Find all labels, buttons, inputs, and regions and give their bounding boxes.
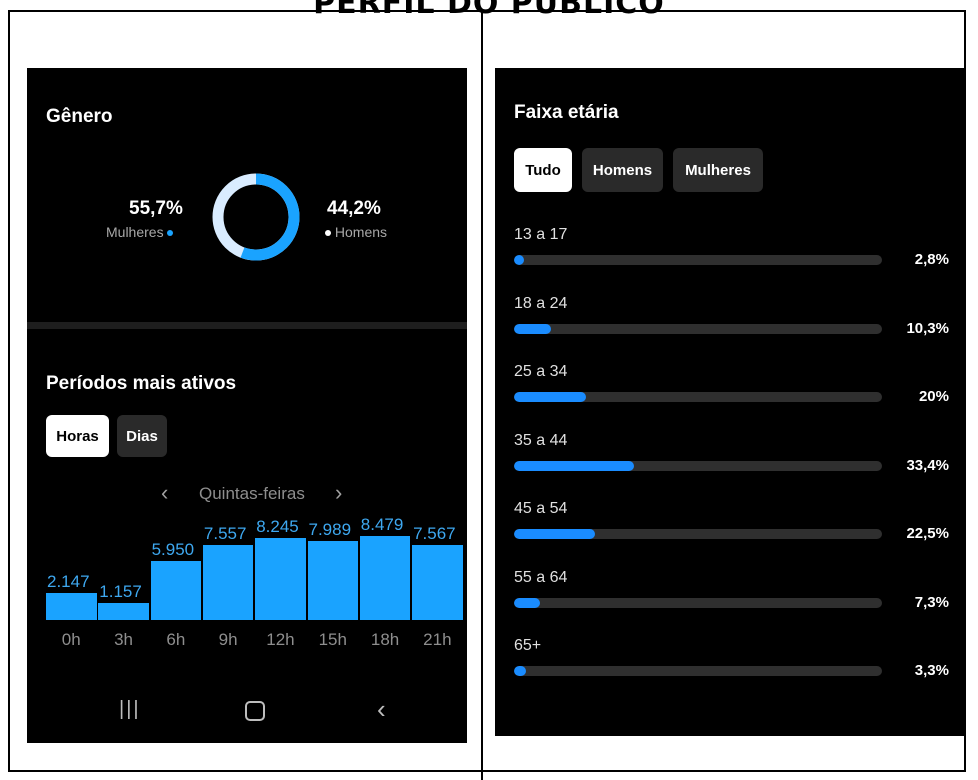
age-range-track <box>514 323 882 334</box>
age-range-fill <box>514 529 596 539</box>
hour-bar <box>202 545 254 620</box>
x-axis-label: 12h <box>266 630 295 649</box>
age-range-percentage: 2,8% <box>914 251 949 268</box>
age-range-label: 18 a 24 <box>514 294 568 312</box>
age-range-track <box>514 666 882 676</box>
women-dot-icon <box>167 230 174 237</box>
right-screenshot: Faixa etária Tudo Homens Mulheres 13 a 1… <box>495 68 965 736</box>
age-range-label: 55 a 64 <box>514 568 568 586</box>
age-range-fill <box>514 392 587 402</box>
left-screenshot: Gênero 55,7% Mulheres 44,2% Homens Perío… <box>27 68 467 743</box>
bar-value-label: 1.157 <box>99 581 142 601</box>
age-range-title: Faixa etária <box>514 102 619 123</box>
hour-bar <box>150 561 202 620</box>
x-axis-label: 21h <box>423 630 452 649</box>
home-icon[interactable] <box>245 701 265 721</box>
men-percentage: 44,2% <box>327 198 381 219</box>
age-range-track <box>514 392 882 402</box>
panel-divider <box>481 10 483 780</box>
men-label: Homens <box>334 224 388 240</box>
bar-value-label: 8.245 <box>256 517 299 537</box>
age-range-percentage: 20% <box>918 388 949 405</box>
hour-bar <box>307 540 358 620</box>
age-range-label: 65+ <box>514 637 542 654</box>
section-separator <box>27 322 467 329</box>
x-axis-label: 6h <box>166 630 186 649</box>
men-legend: Homens <box>325 224 387 240</box>
age-range-percentage: 3,3% <box>914 662 949 679</box>
tab-all[interactable]: Tudo <box>514 148 572 192</box>
age-range-fill <box>514 255 525 265</box>
tab-hours[interactable]: Horas <box>46 415 109 457</box>
age-range-track <box>514 460 882 471</box>
x-axis-label: 18h <box>370 630 400 649</box>
bar-value-label: 8.479 <box>360 515 404 534</box>
bar-value-label: 7.989 <box>308 519 352 539</box>
day-selector: ‹ Quintas-feiras › <box>27 480 467 508</box>
age-range-percentage: 7,3% <box>914 593 949 611</box>
gender-title: Gênero <box>46 106 113 127</box>
hour-bar <box>255 538 306 620</box>
back-icon[interactable]: ‹ <box>377 694 386 725</box>
x-axis-label: 15h <box>318 630 347 649</box>
bar-value-label: 5.950 <box>151 540 195 560</box>
bar-value-label: 7.567 <box>413 524 456 544</box>
bar-value-label: 7.557 <box>203 524 247 544</box>
age-range-label: 25 a 34 <box>514 363 568 380</box>
day-label: Quintas-feiras <box>199 484 305 503</box>
women-legend: Mulheres <box>106 224 174 240</box>
age-range-track <box>514 597 882 608</box>
tab-women[interactable]: Mulheres <box>673 148 763 192</box>
chevron-left-icon[interactable]: ‹ <box>161 480 168 506</box>
tab-days[interactable]: Dias <box>117 415 167 457</box>
age-range-fill <box>514 597 541 608</box>
women-percentage: 55,7% <box>129 198 183 219</box>
men-dot-icon <box>325 230 331 237</box>
x-axis-label: 9h <box>218 630 238 649</box>
x-axis-label: 0h <box>61 630 81 649</box>
age-range-track <box>514 255 882 265</box>
age-range-label: 35 a 44 <box>514 431 568 449</box>
chevron-right-icon[interactable]: › <box>335 480 342 506</box>
women-label: Mulheres <box>106 224 164 240</box>
age-range-fill <box>514 323 552 334</box>
hour-bar <box>359 536 411 620</box>
age-range-track <box>514 529 882 539</box>
age-range-fill <box>514 666 526 676</box>
age-range-percentage: 33,4% <box>906 456 949 474</box>
age-range-label: 13 a 17 <box>514 226 568 243</box>
hour-bar <box>412 545 463 620</box>
age-range-percentage: 10,3% <box>906 319 949 337</box>
age-range-fill <box>514 460 635 471</box>
recent-apps-icon[interactable]: ||| <box>119 698 141 721</box>
tab-men[interactable]: Homens <box>582 148 663 192</box>
bar-value-label: 2.147 <box>47 571 90 591</box>
active-periods-title: Períodos mais ativos <box>46 373 237 394</box>
hour-bar <box>98 602 149 620</box>
gender-donut-chart <box>212 173 300 261</box>
hour-bar <box>46 592 97 620</box>
x-axis-label: 3h <box>114 630 133 649</box>
age-range-label: 45 a 54 <box>514 500 568 517</box>
age-range-percentage: 22,5% <box>906 525 949 542</box>
